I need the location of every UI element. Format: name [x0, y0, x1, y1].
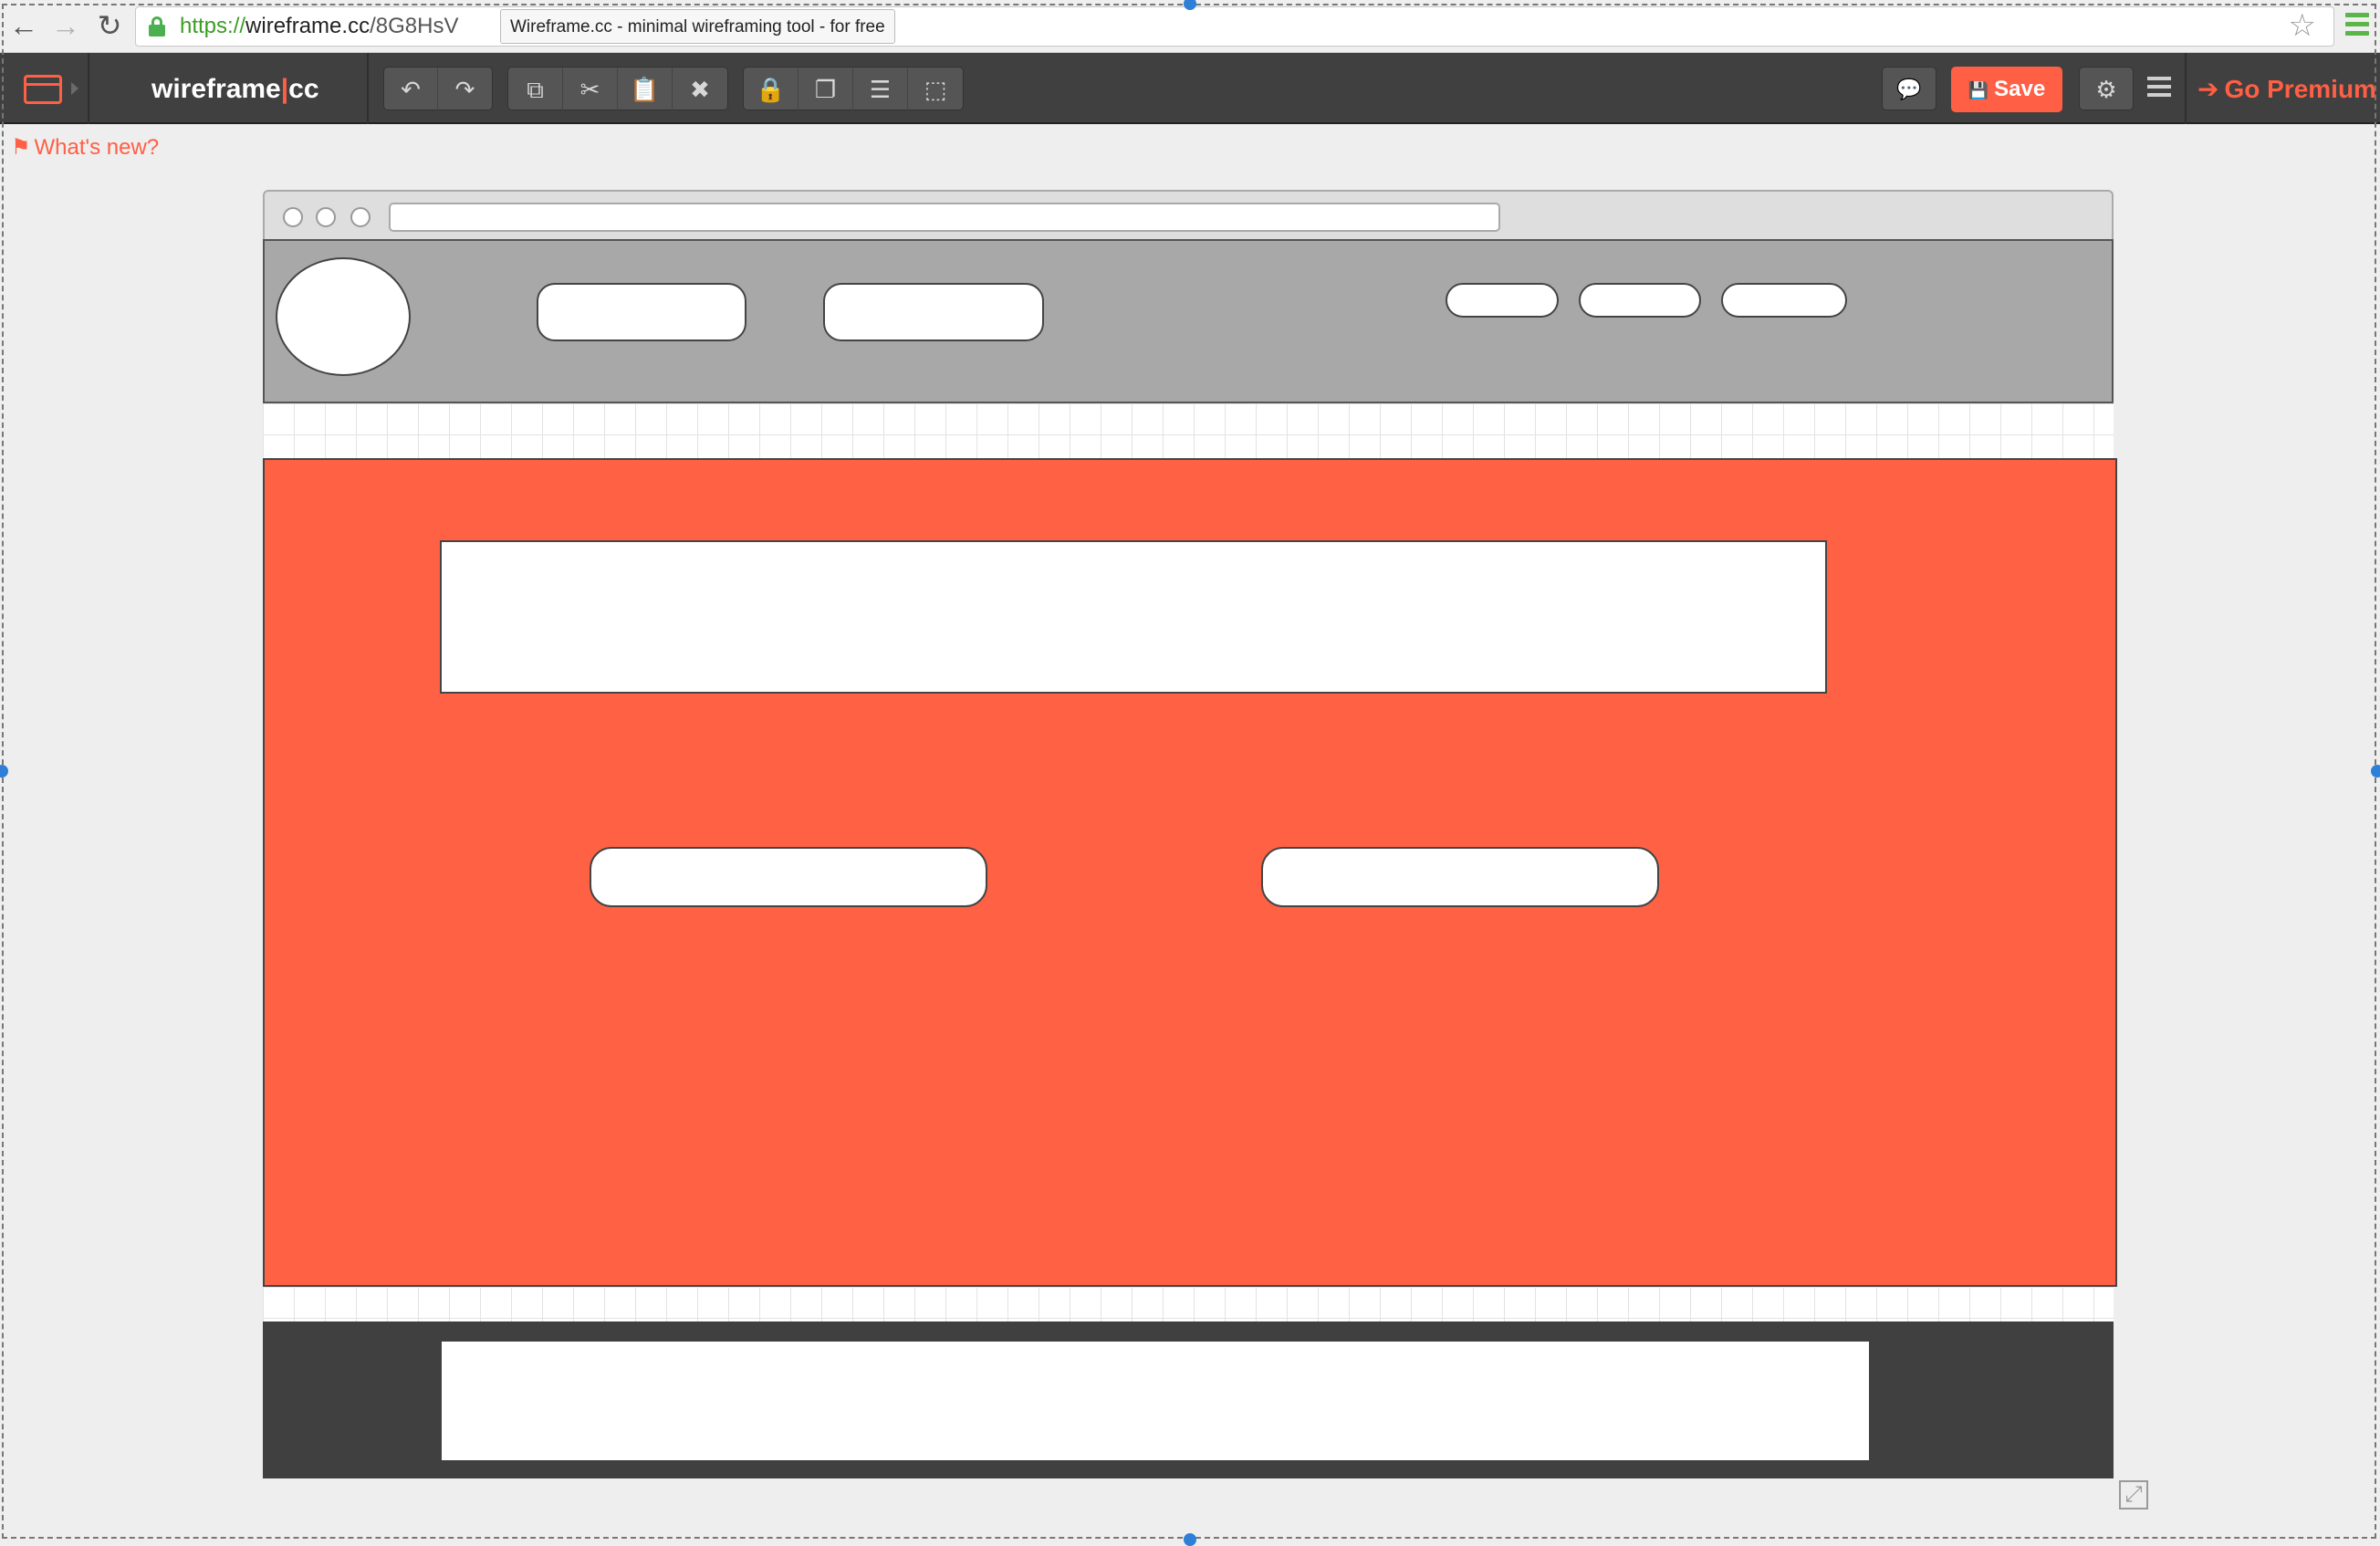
selection-frame	[2, 4, 2376, 1539]
resize-handle[interactable]	[1184, 1533, 1196, 1546]
resize-handle[interactable]	[2371, 765, 2380, 778]
